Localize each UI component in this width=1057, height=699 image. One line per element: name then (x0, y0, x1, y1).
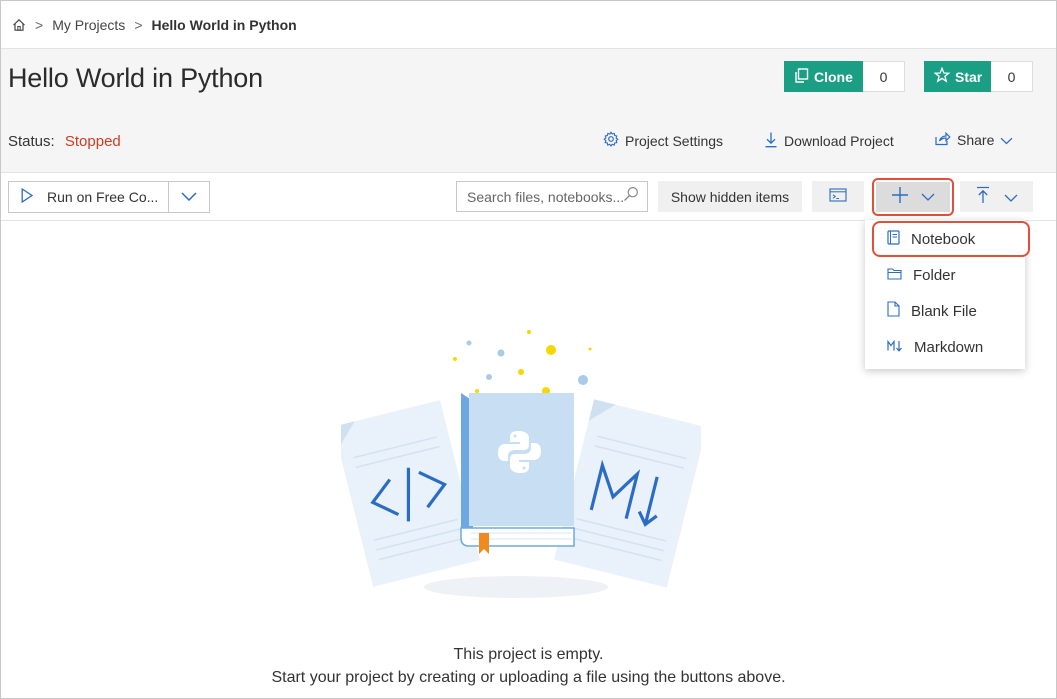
menu-item-label: Blank File (911, 302, 977, 320)
status-label: Status: (8, 133, 55, 150)
breadcrumb: > My Projects > Hello World in Python (1, 1, 1056, 49)
empty-project-illustration (333, 323, 707, 605)
chevron-down-icon (1004, 189, 1018, 205)
star-icon (933, 66, 951, 86)
menu-item-folder[interactable]: Folder (865, 257, 1025, 293)
show-hidden-label: Show hidden items (670, 188, 790, 205)
breadcrumb-separator: > (134, 16, 143, 33)
file-toolbar: Run on Free Co... Show hidden items (1, 173, 1056, 221)
download-project-label: Download Project (784, 133, 894, 149)
menu-item-blank-file[interactable]: Blank File (865, 293, 1025, 329)
project-settings-label: Project Settings (625, 132, 724, 149)
run-button[interactable]: Run on Free Co... (9, 182, 169, 212)
clone-button[interactable]: Clone (784, 61, 863, 92)
search-icon (623, 186, 639, 207)
plus-icon (891, 186, 909, 209)
share-button[interactable]: Share (934, 131, 1013, 149)
menu-item-notebook[interactable]: Notebook (872, 221, 1030, 257)
download-icon (764, 131, 778, 151)
share-label: Share (957, 132, 995, 148)
star-button[interactable]: Star (924, 61, 991, 92)
terminal-button[interactable] (812, 181, 864, 212)
star-control: Star 0 (924, 61, 1033, 92)
notebook-icon (887, 229, 900, 249)
new-item-button[interactable] (872, 178, 954, 216)
new-item-menu: Notebook Folder Blank File Markdown (865, 220, 1030, 369)
folder-icon (887, 267, 902, 284)
gear-icon (603, 131, 619, 150)
menu-item-markdown[interactable]: Markdown (865, 329, 1025, 365)
menu-item-label: Markdown (914, 338, 984, 356)
show-hidden-items-button[interactable]: Show hidden items (658, 181, 802, 212)
menu-item-label: Notebook (911, 230, 976, 248)
download-project-button[interactable]: Download Project (764, 131, 894, 151)
clone-control: Clone 0 (784, 61, 905, 92)
clone-count: 0 (863, 61, 905, 92)
breadcrumb-separator: > (35, 16, 44, 33)
menu-item-label: Folder (913, 266, 956, 284)
chevron-down-icon (181, 188, 197, 206)
run-dropdown-button[interactable] (169, 182, 209, 212)
empty-state-title: This project is empty. (453, 646, 604, 663)
status-value: Stopped (64, 133, 121, 150)
page-title: Hello World in Python (8, 63, 263, 93)
file-icon (887, 301, 900, 321)
star-label: Star (955, 68, 983, 85)
upload-button[interactable] (960, 181, 1033, 212)
terminal-icon (829, 188, 847, 205)
project-header: Hello World in Python Clone 0 Star 0 Sta… (1, 49, 1056, 173)
breadcrumb-my-projects[interactable]: My Projects (52, 17, 125, 33)
empty-state-description: Start your project by creating or upload… (271, 669, 786, 686)
status-row: Status: Stopped (8, 133, 121, 150)
chevron-down-icon (921, 188, 935, 206)
project-settings-button[interactable]: Project Settings (603, 131, 723, 150)
search-input[interactable] (467, 188, 623, 205)
chevron-down-icon (1000, 132, 1013, 148)
home-icon[interactable] (12, 18, 26, 32)
clone-label: Clone (814, 68, 853, 85)
copy-icon (794, 67, 809, 86)
star-count: 0 (991, 61, 1033, 92)
breadcrumb-current: Hello World in Python (151, 16, 297, 33)
share-icon (934, 131, 951, 149)
play-icon (21, 187, 34, 206)
search-field (456, 181, 648, 212)
run-label: Run on Free Co... (47, 189, 159, 205)
markdown-icon (887, 339, 903, 356)
upload-icon (976, 186, 990, 207)
run-control: Run on Free Co... (8, 181, 210, 213)
new-item-button-inner (876, 182, 950, 212)
